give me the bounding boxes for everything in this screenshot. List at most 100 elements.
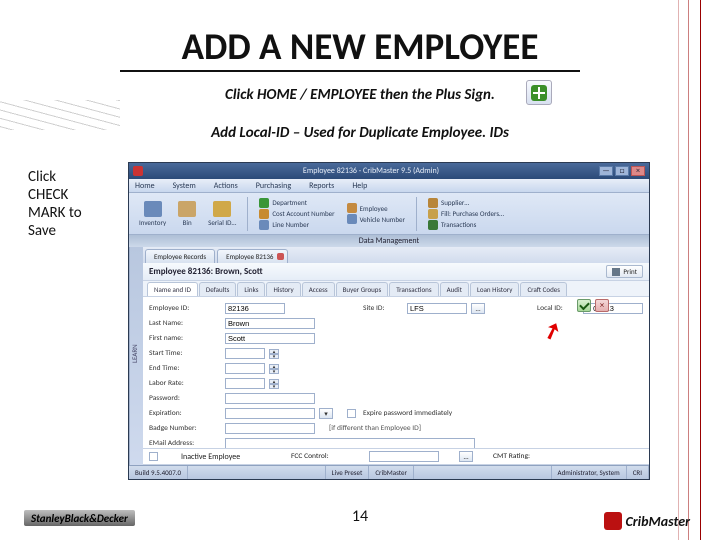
- content-area: Employee Records Employee 82136 Employee…: [143, 247, 649, 465]
- tool-column-1b: Employee Vehicle Number: [343, 201, 409, 226]
- password-field[interactable]: [225, 393, 315, 404]
- side-note-l1: Click: [28, 168, 118, 186]
- fcc-browse-button[interactable]: …: [459, 451, 473, 462]
- ribbon-toolbar: Inventory Bin Serial ID… Department Cost…: [129, 193, 649, 235]
- title-underline: [120, 70, 580, 72]
- side-note-l2: CHECK: [28, 186, 118, 204]
- menu-help[interactable]: Help: [352, 181, 367, 191]
- site-id-browse-button[interactable]: …: [471, 303, 485, 314]
- labor-rate-spinner[interactable]: ▴▾: [269, 379, 279, 389]
- statusbar: Build 9.5.4007.0 Live Preset CribMaster …: [129, 465, 649, 479]
- menu-purchasing[interactable]: Purchasing: [256, 181, 291, 191]
- tab-employee-records[interactable]: Employee Records: [145, 249, 215, 263]
- cancel-x-button[interactable]: ×: [595, 299, 609, 312]
- badge-number-field[interactable]: [225, 423, 315, 434]
- cmt-rating-label: CMT Rating:: [493, 452, 551, 461]
- tool-vehicle-number[interactable]: Vehicle Number: [347, 214, 405, 224]
- expire-immediately-label: Expire password immediately: [363, 409, 452, 418]
- inactive-employee-checkbox[interactable]: [149, 452, 158, 461]
- minimize-button[interactable]: —: [599, 166, 613, 176]
- start-time-label: Start Time:: [149, 349, 221, 358]
- fcc-control-field[interactable]: [369, 451, 439, 462]
- tab-history[interactable]: History: [266, 282, 300, 296]
- printer-icon: [612, 268, 620, 276]
- side-note-l4: Save: [28, 222, 118, 240]
- cribmaster-text: CribMaster: [625, 513, 690, 530]
- tool-transactions[interactable]: Transactions: [428, 220, 504, 230]
- tab-employee-current[interactable]: Employee 82136: [217, 249, 288, 263]
- tab-defaults[interactable]: Defaults: [199, 282, 236, 296]
- record-header: Employee 82136: Brown, Scott Print: [143, 263, 649, 281]
- labor-rate-label: Labor Rate:: [149, 379, 221, 388]
- tab-links[interactable]: Links: [237, 282, 265, 296]
- last-name-field[interactable]: [225, 318, 315, 329]
- form-bottom-row: Inactive Employee FCC Control: … CMT Rat…: [143, 449, 649, 465]
- tool-cost-account[interactable]: Cost Account Number: [259, 209, 334, 219]
- expire-immediately-checkbox[interactable]: [347, 409, 356, 418]
- record-title: Employee 82136: Brown, Scott: [149, 266, 263, 277]
- start-time-field[interactable]: [225, 348, 265, 359]
- close-button[interactable]: ×: [631, 166, 645, 176]
- maximize-button[interactable]: □: [615, 166, 629, 176]
- site-id-field[interactable]: [407, 303, 467, 314]
- email-field[interactable]: [225, 438, 475, 449]
- status-build: Build 9.5.4007.0: [129, 466, 188, 479]
- email-label: EMail Address:: [149, 439, 221, 448]
- tool-fill-po[interactable]: Fill: Purchase Orders…: [428, 209, 504, 219]
- status-preset: Live Preset: [326, 466, 370, 479]
- start-time-spinner[interactable]: ▴▾: [269, 349, 279, 359]
- tool-supplier[interactable]: Supplier…: [428, 198, 504, 208]
- tool-bin[interactable]: Bin: [174, 199, 200, 229]
- expiration-picker-button[interactable]: ▾: [319, 408, 333, 419]
- status-cri: CRI: [627, 466, 649, 479]
- tool-serial-id[interactable]: Serial ID…: [204, 199, 240, 229]
- decorative-vertical-lines: [678, 0, 720, 540]
- expiration-label: Expiration:: [149, 409, 221, 418]
- employee-id-field[interactable]: [225, 303, 285, 314]
- tab-audit[interactable]: Audit: [440, 282, 469, 296]
- plus-icon: [526, 80, 552, 105]
- tab-name-and-id[interactable]: Name and ID: [147, 282, 198, 296]
- tool-column-2: Supplier… Fill: Purchase Orders… Transac…: [424, 196, 508, 232]
- password-label: Password:: [149, 394, 221, 403]
- tab-transactions[interactable]: Transactions: [389, 282, 438, 296]
- local-id-field[interactable]: [583, 303, 643, 314]
- print-button[interactable]: Print: [606, 265, 643, 278]
- fcc-control-label: FCC Control:: [291, 452, 349, 461]
- app-icon: [133, 166, 143, 176]
- tab-loan-history[interactable]: Loan History: [470, 282, 520, 296]
- employee-id-label: Employee ID:: [149, 304, 221, 313]
- expiration-field[interactable]: [225, 408, 315, 419]
- labor-rate-field[interactable]: [225, 378, 265, 389]
- tab-craft-codes[interactable]: Craft Codes: [520, 282, 567, 296]
- footer-logo-right: CribMaster: [604, 512, 690, 530]
- data-management-bar: Data Management: [129, 235, 649, 247]
- end-time-label: End Time:: [149, 364, 221, 373]
- tool-line-number[interactable]: Line Number: [259, 220, 334, 230]
- tool-inventory[interactable]: Inventory: [135, 199, 170, 229]
- menu-actions[interactable]: Actions: [214, 181, 238, 191]
- menu-home[interactable]: Home: [135, 181, 155, 191]
- menu-reports[interactable]: Reports: [309, 181, 334, 191]
- tool-column-1: Department Cost Account Number Line Numb…: [255, 196, 338, 232]
- last-name-label: Last Name:: [149, 319, 221, 328]
- tab-buyer-groups[interactable]: Buyer Groups: [336, 282, 389, 296]
- first-name-label: First name:: [149, 334, 221, 343]
- instruction-line-1: Click HOME / EMPLOYEE then the Plus Sign…: [0, 86, 720, 104]
- save-checkmark-button[interactable]: [577, 299, 591, 312]
- end-time-field[interactable]: [225, 363, 265, 374]
- end-time-spinner[interactable]: ▴▾: [269, 364, 279, 374]
- tool-employee[interactable]: Employee: [347, 203, 405, 213]
- tool-department[interactable]: Department: [259, 198, 334, 208]
- side-note-l3: MARK to: [28, 204, 118, 222]
- left-vertical-strip[interactable]: LEARN: [129, 247, 143, 467]
- status-cm: CribMaster: [369, 466, 414, 479]
- employee-form: × ➚ Employee ID: Site ID: … Local ID: La…: [143, 297, 649, 449]
- menubar: Home System Actions Purchasing Reports H…: [129, 179, 649, 193]
- titlebar-left-icons: [133, 166, 143, 176]
- menu-system[interactable]: System: [173, 181, 196, 191]
- detail-tabs: Name and ID Defaults Links History Acces…: [143, 281, 649, 297]
- tab-access[interactable]: Access: [302, 282, 335, 296]
- status-admin: Administrator, System: [552, 466, 627, 479]
- first-name-field[interactable]: [225, 333, 315, 344]
